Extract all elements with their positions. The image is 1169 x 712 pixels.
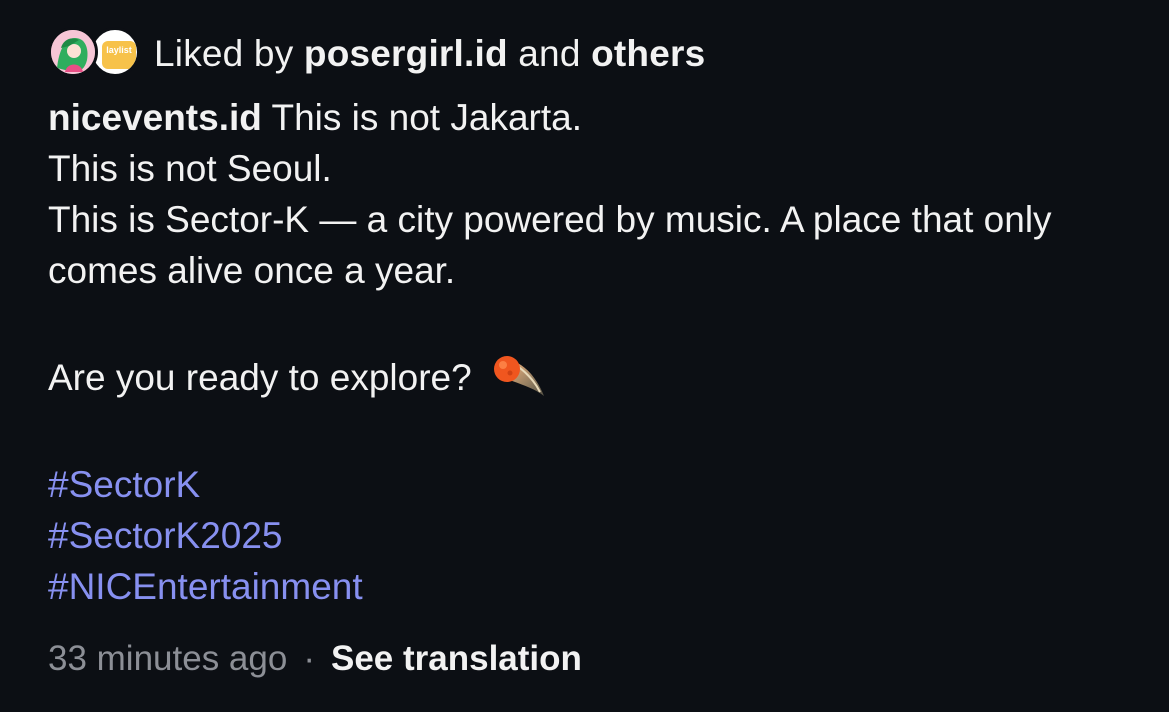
likes-text: Liked by posergirl.id and others [154, 32, 705, 76]
comet-emoji-icon [490, 354, 546, 398]
liker-avatars[interactable]: laylist [48, 25, 144, 83]
playlist-badge: laylist [102, 41, 136, 69]
see-translation-button[interactable]: See translation [331, 636, 582, 682]
caption-text: This is Sector-K — a city powered by mus… [48, 199, 1052, 291]
liker-username-link[interactable]: posergirl.id [304, 33, 508, 74]
avatar-illustration-icon [51, 30, 95, 74]
likes-others-link[interactable]: others [591, 33, 705, 74]
caption-text: This is not Seoul. [48, 148, 332, 189]
likes-conjunction: and [507, 33, 592, 74]
post-meta-row: 33 minutes ago · See translation [48, 636, 582, 682]
caption-first-line: nicevents.id This is not Jakarta. [48, 92, 1128, 143]
hashtag-link[interactable]: #SectorK2025 [48, 510, 1128, 561]
post-caption: nicevents.id This is not Jakarta. This i… [48, 92, 1128, 612]
meta-separator: · [303, 639, 315, 678]
avatar[interactable] [48, 27, 98, 77]
liked-by-row[interactable]: laylist Liked by posergirl.id and others [48, 24, 705, 84]
hashtag-link[interactable]: #NICEntertainment [48, 561, 1128, 612]
caption-username-link[interactable]: nicevents.id [48, 97, 262, 138]
caption-text: This is not Jakarta. [261, 97, 582, 138]
hashtag-link[interactable]: #SectorK [48, 459, 1128, 510]
caption-question-line: Are you ready to explore? [48, 352, 1128, 403]
caption-text: Are you ready to explore? [48, 357, 482, 398]
liked-by-label: Liked by [154, 33, 304, 74]
post-timestamp: 33 minutes ago [48, 639, 288, 678]
